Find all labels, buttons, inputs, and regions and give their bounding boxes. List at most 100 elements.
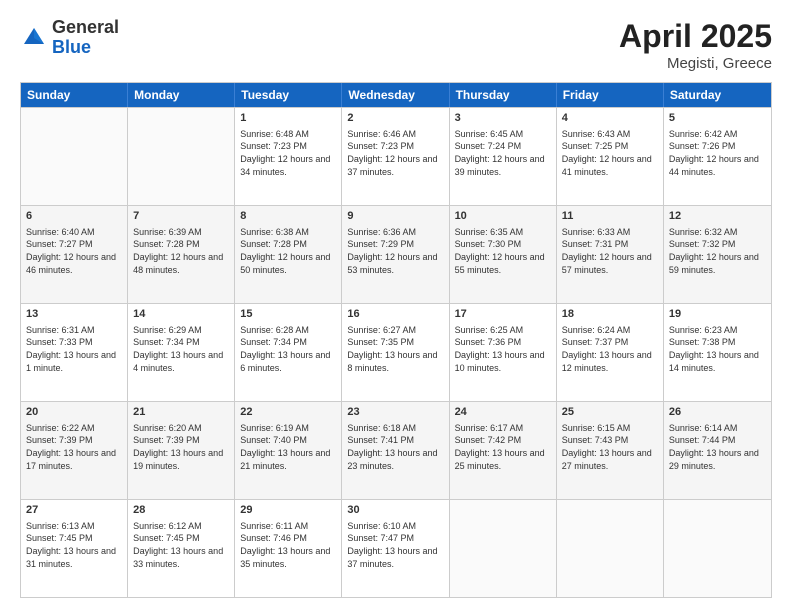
calendar-body: 1 Sunrise: 6:48 AMSunset: 7:23 PMDaylight… — [21, 107, 771, 597]
page: General Blue April 2025 Megisti, Greece … — [0, 0, 792, 612]
cal-row-0: 1 Sunrise: 6:48 AMSunset: 7:23 PMDaylight… — [21, 107, 771, 205]
cal-header-friday: Friday — [557, 83, 664, 107]
cal-cell: 22 Sunrise: 6:19 AMSunset: 7:40 PMDayligh… — [235, 402, 342, 499]
day-info: Sunrise: 6:22 AMSunset: 7:39 PMDaylight:… — [26, 422, 122, 472]
cal-cell: 4 Sunrise: 6:43 AMSunset: 7:25 PMDaylight… — [557, 108, 664, 205]
day-number: 7 — [133, 209, 229, 224]
cal-cell: 8 Sunrise: 6:38 AMSunset: 7:28 PMDaylight… — [235, 206, 342, 303]
day-info: Sunrise: 6:20 AMSunset: 7:39 PMDaylight:… — [133, 422, 229, 472]
day-number: 22 — [240, 405, 336, 420]
day-info: Sunrise: 6:39 AMSunset: 7:28 PMDaylight:… — [133, 226, 229, 276]
day-info: Sunrise: 6:31 AMSunset: 7:33 PMDaylight:… — [26, 324, 122, 374]
day-number: 4 — [562, 111, 658, 126]
day-number: 8 — [240, 209, 336, 224]
logo-icon — [20, 24, 48, 52]
day-number: 26 — [669, 405, 766, 420]
day-number: 5 — [669, 111, 766, 126]
day-info: Sunrise: 6:35 AMSunset: 7:30 PMDaylight:… — [455, 226, 551, 276]
day-number: 15 — [240, 307, 336, 322]
day-number: 12 — [669, 209, 766, 224]
cal-cell: 29 Sunrise: 6:11 AMSunset: 7:46 PMDayligh… — [235, 500, 342, 597]
cal-cell: 23 Sunrise: 6:18 AMSunset: 7:41 PMDayligh… — [342, 402, 449, 499]
cal-cell: 16Sunrise: 6:27 AMSunset: 7:35 PMDayligh… — [342, 304, 449, 401]
day-number: 19 — [669, 307, 766, 322]
day-number: 13 — [26, 307, 122, 322]
logo-general: General — [52, 17, 119, 37]
cal-cell: 27 Sunrise: 6:13 AMSunset: 7:45 PMDayligh… — [21, 500, 128, 597]
day-number: 20 — [26, 405, 122, 420]
day-info: Sunrise: 6:14 AMSunset: 7:44 PMDaylight:… — [669, 422, 766, 472]
cal-cell: 18 Sunrise: 6:24 AMSunset: 7:37 PMDayligh… — [557, 304, 664, 401]
cal-header-thursday: Thursday — [450, 83, 557, 107]
day-info: Sunrise: 6:17 AMSunset: 7:42 PMDaylight:… — [455, 422, 551, 472]
day-number: 30 — [347, 503, 443, 518]
day-info: Sunrise: 6:11 AMSunset: 7:46 PMDaylight:… — [240, 520, 336, 570]
day-info: Sunrise: 6:48 AMSunset: 7:23 PMDaylight:… — [240, 128, 336, 178]
day-info: Sunrise: 6:38 AMSunset: 7:28 PMDaylight:… — [240, 226, 336, 276]
cal-cell: 9 Sunrise: 6:36 AMSunset: 7:29 PMDaylight… — [342, 206, 449, 303]
cal-cell: 13 Sunrise: 6:31 AMSunset: 7:33 PMDayligh… — [21, 304, 128, 401]
day-number: 29 — [240, 503, 336, 518]
day-info: Sunrise: 6:18 AMSunset: 7:41 PMDaylight:… — [347, 422, 443, 472]
day-info: Sunrise: 6:36 AMSunset: 7:29 PMDaylight:… — [347, 226, 443, 276]
day-number: 28 — [133, 503, 229, 518]
day-info: Sunrise: 6:29 AMSunset: 7:34 PMDaylight:… — [133, 324, 229, 374]
day-info: Sunrise: 6:28 AMSunset: 7:34 PMDaylight:… — [240, 324, 336, 374]
cal-header-sunday: Sunday — [21, 83, 128, 107]
cal-cell: 20 Sunrise: 6:22 AMSunset: 7:39 PMDayligh… — [21, 402, 128, 499]
cal-cell: 5 Sunrise: 6:42 AMSunset: 7:26 PMDaylight… — [664, 108, 771, 205]
cal-cell — [21, 108, 128, 205]
cal-header-tuesday: Tuesday — [235, 83, 342, 107]
day-info: Sunrise: 6:15 AMSunset: 7:43 PMDaylight:… — [562, 422, 658, 472]
title-block: April 2025 Megisti, Greece — [619, 18, 772, 72]
cal-cell: 17 Sunrise: 6:25 AMSunset: 7:36 PMDayligh… — [450, 304, 557, 401]
day-number: 17 — [455, 307, 551, 322]
day-info: Sunrise: 6:25 AMSunset: 7:36 PMDaylight:… — [455, 324, 551, 374]
day-info: Sunrise: 6:19 AMSunset: 7:40 PMDaylight:… — [240, 422, 336, 472]
cal-cell — [557, 500, 664, 597]
day-number: 3 — [455, 111, 551, 126]
day-number: 6 — [26, 209, 122, 224]
day-number: 23 — [347, 405, 443, 420]
cal-cell: 19 Sunrise: 6:23 AMSunset: 7:38 PMDayligh… — [664, 304, 771, 401]
cal-cell — [128, 108, 235, 205]
cal-row-1: 6 Sunrise: 6:40 AMSunset: 7:27 PMDaylight… — [21, 205, 771, 303]
day-number: 18 — [562, 307, 658, 322]
day-number: 25 — [562, 405, 658, 420]
cal-cell: 28 Sunrise: 6:12 AMSunset: 7:45 PMDayligh… — [128, 500, 235, 597]
day-info: Sunrise: 6:23 AMSunset: 7:38 PMDaylight:… — [669, 324, 766, 374]
day-number: 2 — [347, 111, 443, 126]
cal-cell: 1 Sunrise: 6:48 AMSunset: 7:23 PMDaylight… — [235, 108, 342, 205]
day-info: Sunrise: 6:42 AMSunset: 7:26 PMDaylight:… — [669, 128, 766, 178]
day-number: 11 — [562, 209, 658, 224]
cal-cell: 25 Sunrise: 6:15 AMSunset: 7:43 PMDayligh… — [557, 402, 664, 499]
day-info: Sunrise: 6:40 AMSunset: 7:27 PMDaylight:… — [26, 226, 122, 276]
main-title: April 2025 — [619, 18, 772, 55]
day-info: Sunrise: 6:12 AMSunset: 7:45 PMDaylight:… — [133, 520, 229, 570]
cal-cell: 30 Sunrise: 6:10 AMSunset: 7:47 PMDayligh… — [342, 500, 449, 597]
cal-row-4: 27 Sunrise: 6:13 AMSunset: 7:45 PMDayligh… — [21, 499, 771, 597]
day-info: Sunrise: 6:13 AMSunset: 7:45 PMDaylight:… — [26, 520, 122, 570]
day-number: 24 — [455, 405, 551, 420]
day-info: Sunrise: 6:24 AMSunset: 7:37 PMDaylight:… — [562, 324, 658, 374]
day-info: Sunrise: 6:45 AMSunset: 7:24 PMDaylight:… — [455, 128, 551, 178]
day-info: Sunrise: 6:33 AMSunset: 7:31 PMDaylight:… — [562, 226, 658, 276]
cal-cell: 14 Sunrise: 6:29 AMSunset: 7:34 PMDayligh… — [128, 304, 235, 401]
cal-cell: 10Sunrise: 6:35 AMSunset: 7:30 PMDayligh… — [450, 206, 557, 303]
cal-cell: 24 Sunrise: 6:17 AMSunset: 7:42 PMDayligh… — [450, 402, 557, 499]
day-info: Sunrise: 6:43 AMSunset: 7:25 PMDaylight:… — [562, 128, 658, 178]
day-number: 27 — [26, 503, 122, 518]
day-info: Sunrise: 6:10 AMSunset: 7:47 PMDaylight:… — [347, 520, 443, 570]
subtitle: Megisti, Greece — [619, 55, 772, 72]
day-number: 9 — [347, 209, 443, 224]
cal-cell: 3 Sunrise: 6:45 AMSunset: 7:24 PMDaylight… — [450, 108, 557, 205]
cal-header-monday: Monday — [128, 83, 235, 107]
cal-cell — [664, 500, 771, 597]
cal-cell: 21Sunrise: 6:20 AMSunset: 7:39 PMDayligh… — [128, 402, 235, 499]
cal-header-wednesday: Wednesday — [342, 83, 449, 107]
day-number: 14 — [133, 307, 229, 322]
calendar: SundayMondayTuesdayWednesdayThursdayFrid… — [20, 82, 772, 598]
day-number: 1 — [240, 111, 336, 126]
cal-cell: 12Sunrise: 6:32 AMSunset: 7:32 PMDayligh… — [664, 206, 771, 303]
cal-cell: 7 Sunrise: 6:39 AMSunset: 7:28 PMDaylight… — [128, 206, 235, 303]
